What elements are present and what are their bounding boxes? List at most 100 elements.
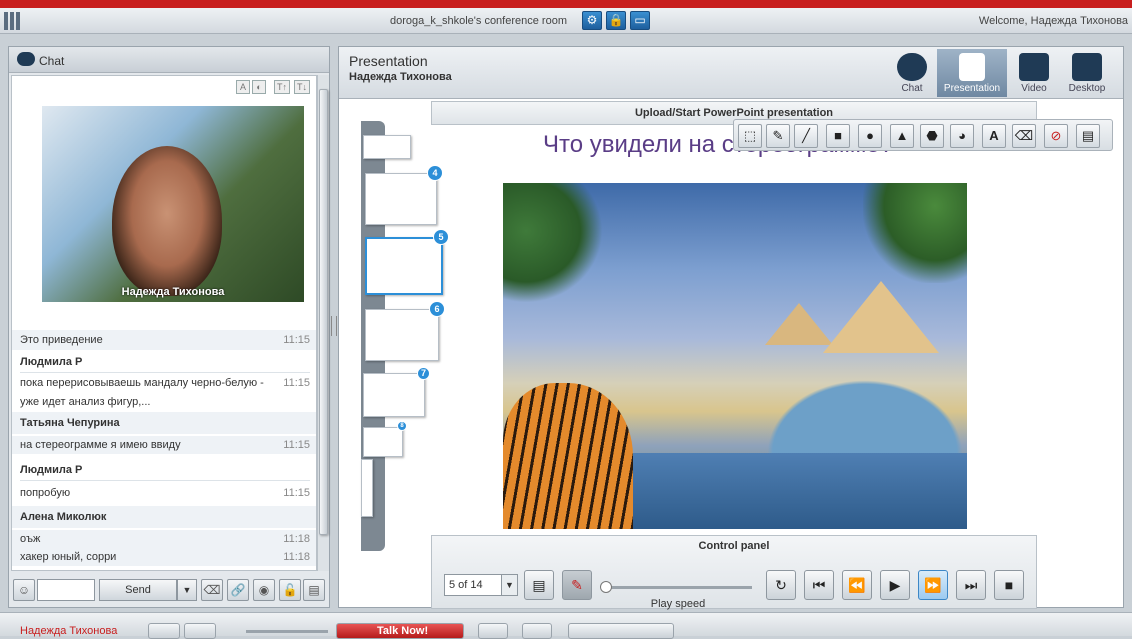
chat-message: на стереограмме я имею ввиду 11:15 — [12, 436, 316, 454]
microphone-icon[interactable] — [148, 623, 180, 639]
color-picker-icon[interactable]: ◕ — [950, 124, 974, 148]
chat-author: Людмила Р — [20, 356, 83, 368]
link-icon[interactable]: 🔗 — [227, 579, 249, 601]
mode-desktop-button[interactable]: Desktop — [1061, 49, 1113, 97]
settings-gear-icon[interactable]: ⚙ — [582, 11, 602, 30]
pencil-icon[interactable]: ✎ — [766, 124, 790, 148]
mode-video-button[interactable]: Video — [1011, 49, 1057, 97]
slide-number-badge: 8 — [397, 421, 407, 431]
clear-pointer-icon[interactable]: ⊘ — [1044, 124, 1068, 148]
record-icon[interactable] — [478, 623, 508, 639]
chat-body: A ◐ T↑ T↓ Надежда Тихонова Это приведени… — [11, 75, 317, 571]
layout-icon[interactable]: ▭ — [630, 11, 650, 30]
rewind-icon[interactable]: ⏪ — [842, 570, 872, 600]
emoticon-icon[interactable]: ☺ — [13, 579, 35, 601]
rectangle-icon[interactable]: ■ — [826, 124, 850, 148]
slide-thumbnail[interactable] — [365, 309, 439, 361]
panel-resize-handle[interactable] — [331, 316, 337, 336]
current-user: Надежда Тихонова — [20, 625, 118, 637]
mode-chat-button[interactable]: Chat — [889, 49, 935, 97]
slide-number-badge: 6 — [429, 301, 445, 317]
select-rect-icon[interactable]: ⬚ — [738, 124, 762, 148]
palm-leaves — [863, 183, 967, 283]
eye-icon[interactable]: ◉ — [253, 579, 275, 601]
refresh-icon[interactable]: ↻ — [766, 570, 796, 600]
extra-button[interactable] — [568, 623, 674, 639]
first-slide-icon[interactable]: ⏮ — [804, 570, 834, 600]
pyramid — [823, 281, 939, 353]
play-icon[interactable]: ▶ — [880, 570, 910, 600]
slide-image-stereogram — [503, 183, 967, 529]
mode-label: Chat — [901, 83, 923, 94]
lock-open-icon[interactable]: 🔓 — [279, 579, 301, 601]
save-icon[interactable]: ▤ — [303, 579, 325, 601]
speaker-icon[interactable] — [184, 623, 216, 639]
font-size-up-button[interactable]: T↑ — [274, 80, 290, 94]
slide-thumbnail[interactable] — [363, 427, 403, 457]
circle-icon[interactable]: ● — [858, 124, 882, 148]
chat-scrollbar[interactable] — [317, 75, 329, 571]
volume-slider[interactable] — [246, 630, 328, 633]
lock-icon[interactable]: 🔒 — [606, 11, 626, 30]
slide-thumbnail[interactable] — [363, 135, 411, 159]
font-size-down-button[interactable]: T↓ — [294, 80, 310, 94]
menu-grip-icon[interactable] — [4, 12, 26, 30]
chat-author: Алена Миколюк — [12, 506, 316, 528]
chat-message: уже идет анализ фигур,... — [20, 396, 151, 408]
chat-panel: Chat A ◐ T↑ T↓ Надежда Тихонова Это прив… — [8, 46, 330, 608]
control-panel-title: Control panel — [698, 540, 770, 552]
chat-title: Chat — [39, 54, 65, 68]
eraser-icon[interactable]: ⌫ — [201, 579, 223, 601]
slide-thumbnail[interactable] — [363, 373, 425, 417]
tiger — [503, 383, 633, 529]
font-a-button[interactable]: A — [236, 80, 250, 94]
room-title: doroga_k_shkole's conference room — [390, 15, 567, 27]
chat-message: хакер юный, сорри 11:18 — [12, 548, 316, 566]
line-icon[interactable]: ╱ — [794, 124, 818, 148]
fullscreen-icon[interactable] — [522, 623, 552, 639]
slide-list-icon[interactable]: ▤ — [524, 570, 554, 600]
video-camera-icon — [1019, 53, 1049, 81]
no-draw-icon[interactable]: ✎ — [562, 570, 592, 600]
last-slide-icon[interactable]: ⏭ — [956, 570, 986, 600]
webcam-caption: Надежда Тихонова — [121, 286, 225, 298]
mode-presentation-button[interactable]: Presentation — [937, 49, 1007, 97]
mode-label: Video — [1021, 83, 1047, 94]
presentation-screen-icon — [959, 53, 985, 81]
slider-knob[interactable] — [600, 581, 612, 593]
chat-input[interactable] — [37, 579, 95, 601]
send-button[interactable]: Send — [99, 579, 177, 601]
slide-number-badge: 4 — [427, 165, 443, 181]
scrollbar-thumb[interactable] — [319, 89, 328, 535]
page-select[interactable]: 5 of 14 ▼ — [444, 574, 518, 596]
send-dropdown-icon[interactable]: ▼ — [177, 579, 197, 601]
font-color-button[interactable]: ◐ — [252, 80, 266, 94]
chat-bubble-icon — [17, 52, 35, 66]
save-drawing-icon[interactable]: ▤ — [1076, 124, 1100, 148]
talk-now-button[interactable]: Talk Now! — [336, 623, 464, 639]
text-tool-icon[interactable]: A — [982, 124, 1006, 148]
play-speed-slider[interactable] — [600, 581, 752, 593]
eraser-tool-icon[interactable]: ⌫ — [1012, 124, 1036, 148]
slide-number-badge: 7 — [417, 367, 430, 380]
chat-header: Chat — [9, 47, 329, 73]
slide-thumbnail-stack[interactable] — [361, 459, 373, 517]
chat-message: Это приведение 11:15 — [12, 330, 316, 350]
divider — [20, 480, 310, 481]
stop-icon[interactable]: ■ — [994, 570, 1024, 600]
title-bar: doroga_k_shkole's conference room ⚙ 🔒 ▭ … — [0, 8, 1132, 34]
webcam-person — [112, 146, 222, 296]
top-red-strip — [0, 0, 1132, 8]
fast-forward-icon[interactable]: ⏩ — [918, 570, 948, 600]
drawing-toolbar: ⬚ ✎ ╱ ■ ● ▲ ⬣ ◕ A ⌫ ⊘ ▤ — [733, 119, 1113, 151]
slide-thumbnail[interactable] — [365, 173, 437, 225]
divider — [20, 372, 310, 373]
triangle-icon[interactable]: ▲ — [890, 124, 914, 148]
palm-leaves — [503, 183, 603, 303]
chevron-down-icon[interactable]: ▼ — [501, 575, 517, 595]
presenter-name: Надежда Тихонова — [349, 71, 452, 83]
hexagon-icon[interactable]: ⬣ — [920, 124, 944, 148]
slide-thumbnail-selected[interactable] — [365, 237, 443, 295]
bottom-bar: Надежда Тихонова Talk Now! — [0, 612, 1132, 639]
presentation-title: Presentation — [349, 53, 428, 69]
